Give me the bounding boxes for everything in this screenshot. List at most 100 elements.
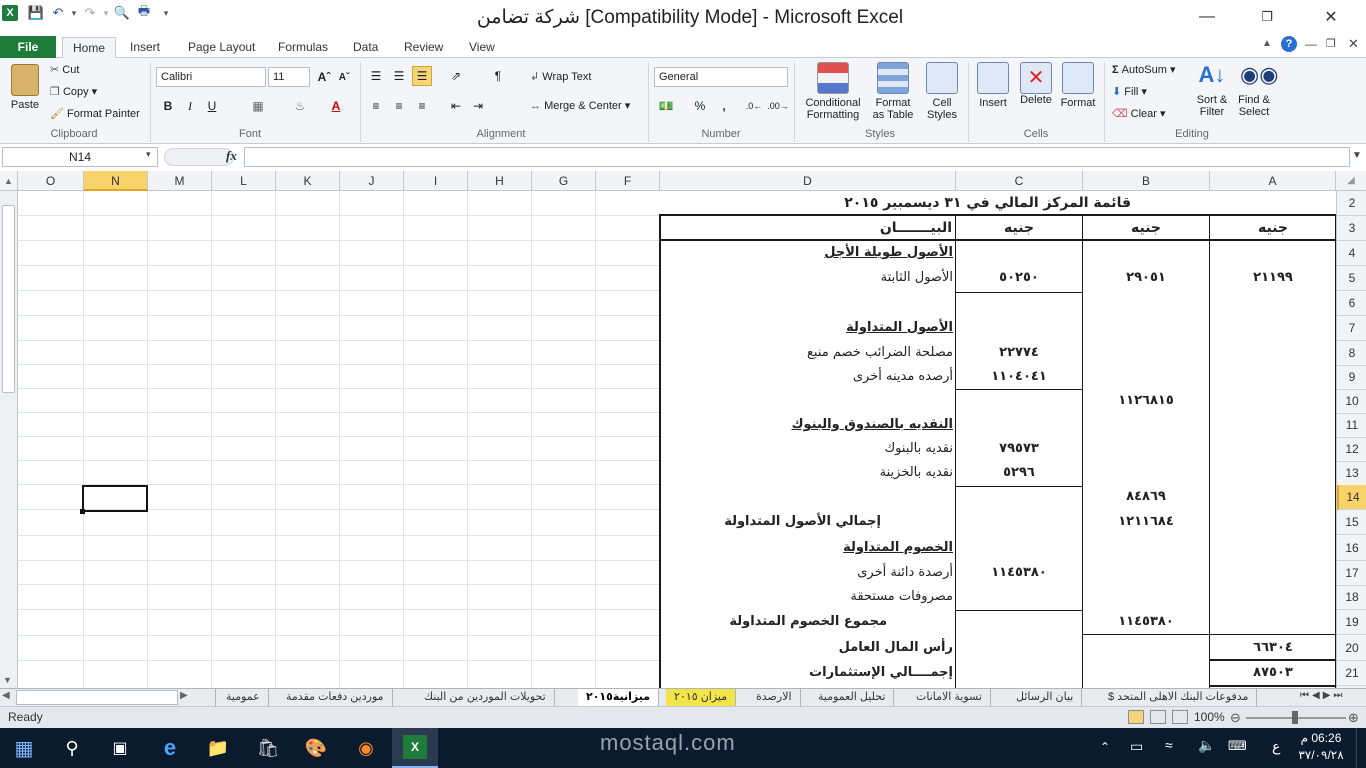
row-header-21[interactable]: 21 [1337,661,1366,686]
row-9-description[interactable]: أرصده مدينه أخرى [659,365,953,389]
zoom-in-icon[interactable]: ⊕ [1348,710,1359,726]
row-header-10[interactable]: 10 [1337,389,1366,414]
row-20-description[interactable]: رأس المال العامل [659,636,953,660]
clock-time[interactable]: 06:26 م [1296,731,1346,745]
tab-split-handle[interactable] [196,689,216,706]
save-icon[interactable]: 💾 [28,5,44,21]
row-12-col-c[interactable]: ٧٩٥٧٣ [956,437,1082,461]
column-header-o[interactable]: O [18,171,84,191]
redo-dropdown-icon[interactable]: ▾ [98,5,114,21]
undo-icon[interactable]: ↶ [50,5,66,21]
row-10-col-b[interactable]: ١١٢٦٨١٥ [1083,389,1209,413]
scroll-down-icon[interactable]: ▼ [3,675,12,685]
header-description[interactable]: البيـــــــان [659,216,954,240]
row-header-13[interactable]: 13 [1337,461,1366,486]
copy-button[interactable]: ❐ Copy ▾ [50,85,97,98]
increase-indent-icon[interactable]: ⇥ [468,96,488,116]
worksheet-grid[interactable]: قائمة المركز المالي في ٣١ ديسمبير ٢٠١٥ ا… [18,191,1336,688]
workbook-close-icon[interactable]: ✕ [1348,36,1359,52]
row-11-description[interactable]: النقديه بالصندوق والبنوك [659,413,953,437]
expand-formula-icon[interactable]: ▼ [1352,150,1362,161]
column-header-f[interactable]: F [596,171,660,191]
customize-icon[interactable]: ▾ [158,5,174,21]
sheet-tab-4[interactable]: الارصدة [748,689,801,706]
currency-icon[interactable]: 💵 [656,96,676,116]
row-7-description[interactable]: الأصول المتداولة [659,316,953,340]
fill-button[interactable]: ⬇ Fill ▾ [1112,85,1147,98]
grow-font-icon[interactable]: Aˆ [314,67,334,87]
minimize-icon[interactable]: — [1192,4,1222,30]
number-format-select[interactable]: General [654,67,788,87]
row-header-9[interactable]: 9 [1337,365,1366,390]
wrap-text-button[interactable]: ↲ Wrap Text [530,70,591,83]
align-middle-icon[interactable]: ☰ [389,66,409,86]
search-icon[interactable]: ⚲ [58,734,86,762]
file-explorer-icon[interactable]: 📁 [204,734,232,762]
vertical-scrollbar[interactable]: ▼ [0,191,18,688]
comma-button[interactable]: , [714,96,734,116]
edge-icon[interactable]: e [156,734,184,762]
zoom-level[interactable]: 100% [1194,710,1225,724]
shrink-font-icon[interactable]: Aˇ [334,67,354,87]
paint-icon[interactable]: 🎨 [302,734,330,762]
zoom-slider-thumb[interactable] [1292,711,1298,724]
workbook-restore-icon[interactable]: ❐ [1326,37,1336,50]
row-8-description[interactable]: مصلحة الضرائب خصم منبع [659,341,953,365]
column-header-j[interactable]: J [340,171,404,191]
paste-button[interactable]: Paste [8,62,42,124]
language-indicator[interactable]: ع [1272,738,1280,755]
row-17-col-c[interactable]: ١١٤٥٣٨٠ [956,561,1082,585]
sheet-tab-3[interactable]: تحليل العمومية [810,689,895,706]
sheet-tab-1[interactable]: بيان الرسائل [1008,689,1083,706]
row-13-description[interactable]: نقديه بالخزينة [659,461,953,485]
delete-cells-button[interactable]: ✕ Delete [1016,62,1056,106]
column-header-k[interactable]: K [276,171,340,191]
borders-icon[interactable]: ▦ [248,96,268,116]
row-header-5[interactable]: 5 [1337,266,1366,291]
row-19-col-b[interactable]: ١١٤٥٣٨٠ [1083,610,1209,634]
row-12-description[interactable]: نقديه بالبنوك [659,437,953,461]
page-layout-view-icon[interactable] [1150,710,1166,724]
windows-start-icon[interactable]: ▦ [10,734,38,762]
row-19-description[interactable]: مجموع الخصوم المتداولة [659,610,887,634]
italic-button[interactable]: I [180,96,200,116]
row-header-2[interactable]: 2 [1337,191,1366,216]
select-all-icon[interactable]: ◢ [1336,171,1366,191]
align-top-icon[interactable]: ☰ [366,66,386,86]
print-icon[interactable]: 🖶 [136,3,152,21]
redo-icon[interactable]: ↷ [82,5,98,21]
tab-insert[interactable]: Insert [120,37,170,58]
decrease-indent-icon[interactable]: ⇤ [446,96,466,116]
percent-button[interactable]: % [690,96,710,116]
row-5-col-a[interactable]: ٢١١٩٩ [1210,266,1336,290]
row-header-16[interactable]: 16 [1337,536,1366,561]
clock-date[interactable]: ٣٧/٠٩/٢٨ [1292,748,1350,762]
sheet-tab-7[interactable]: تحويلات الموردين من البنك [416,689,555,706]
horizontal-scrollbar[interactable] [16,690,178,705]
insert-cells-button[interactable]: Insert [974,62,1012,109]
row-15-description[interactable]: إجمالي الأصول المتداولة [659,510,881,534]
tray-chevron-icon[interactable]: ⌃ [1100,740,1110,754]
minimize-ribbon-icon[interactable]: ▲ [1262,38,1272,49]
row-header-17[interactable]: 17 [1337,561,1366,586]
header-col-c[interactable]: جنيه [956,216,1082,240]
header-col-a[interactable]: جنيه [1210,216,1336,240]
name-box-dropdown-icon[interactable]: ▾ [146,149,151,160]
scroll-up-icon[interactable]: ▲ [0,171,18,191]
tab-view[interactable]: View [459,37,505,58]
row-4-description[interactable]: الأصول طويلة الأجل [659,241,953,265]
font-name-select[interactable]: Calibri [156,67,266,87]
row-header-15[interactable]: 15 [1337,510,1366,535]
align-bottom-icon[interactable]: ☰ [412,66,432,86]
excel-taskbar-button[interactable]: X [392,728,438,768]
row-header-12[interactable]: 12 [1337,437,1366,462]
store-icon[interactable]: 🛍 [254,734,282,762]
file-tab[interactable]: File [0,36,56,58]
bold-button[interactable]: B [158,96,178,116]
zoom-out-icon[interactable]: ⊖ [1230,710,1241,726]
format-cells-button[interactable]: Format [1058,62,1098,109]
insert-function-icon[interactable]: fx [226,148,237,164]
sort-filter-button[interactable]: A↓ Sort & Filter [1192,62,1232,118]
sheet-tab-0[interactable]: مدفوعات البنك الاهلى المتحد $ [1100,689,1258,706]
row-header-6[interactable]: 6 [1337,291,1366,316]
